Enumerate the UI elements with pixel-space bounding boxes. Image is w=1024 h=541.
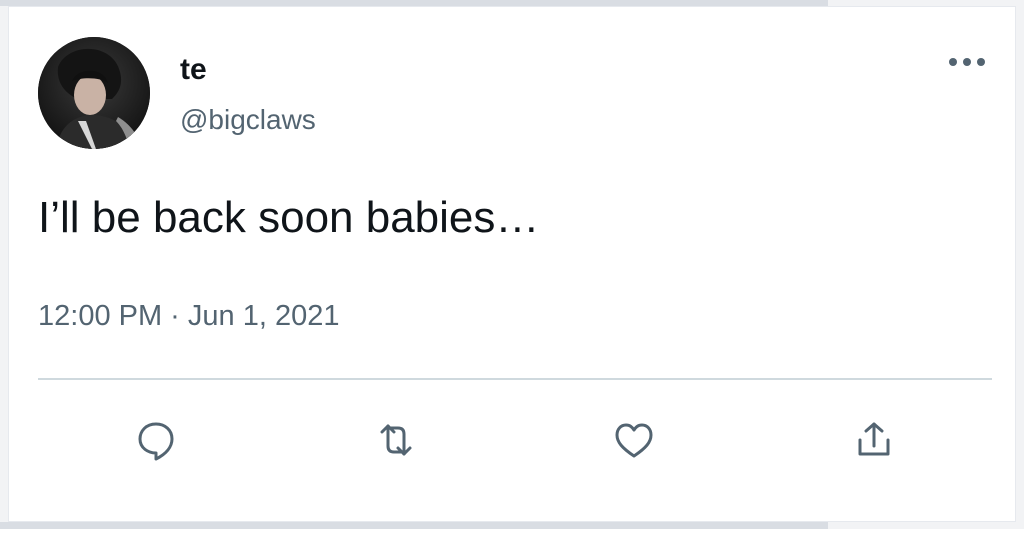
speech-bubble-icon bbox=[138, 422, 174, 461]
page: te @bigclaws I’ll be back soon babies… 1… bbox=[0, 0, 1024, 541]
bottom-fill bbox=[0, 529, 1024, 541]
bottom-edge-bar bbox=[0, 522, 828, 529]
retweet-arrows-icon bbox=[380, 424, 412, 456]
avatar[interactable] bbox=[38, 37, 150, 149]
reply-button[interactable] bbox=[124, 408, 188, 472]
author-handle[interactable]: @bigclaws bbox=[180, 103, 316, 137]
retweet-button[interactable] bbox=[364, 408, 428, 472]
tweet-timestamp[interactable]: 12:00 PM · Jun 1, 2021 bbox=[38, 298, 339, 334]
more-horizontal-icon[interactable] bbox=[945, 50, 989, 74]
tweet-text: I’ll be back soon babies… bbox=[38, 193, 540, 242]
heart-icon bbox=[615, 423, 653, 458]
tweet-actions bbox=[0, 408, 1024, 472]
author-name[interactable]: te bbox=[180, 52, 207, 88]
share-upload-icon bbox=[858, 422, 890, 456]
avatar-image bbox=[38, 37, 150, 149]
share-button[interactable] bbox=[842, 408, 906, 472]
divider bbox=[38, 378, 992, 380]
like-button[interactable] bbox=[602, 408, 666, 472]
